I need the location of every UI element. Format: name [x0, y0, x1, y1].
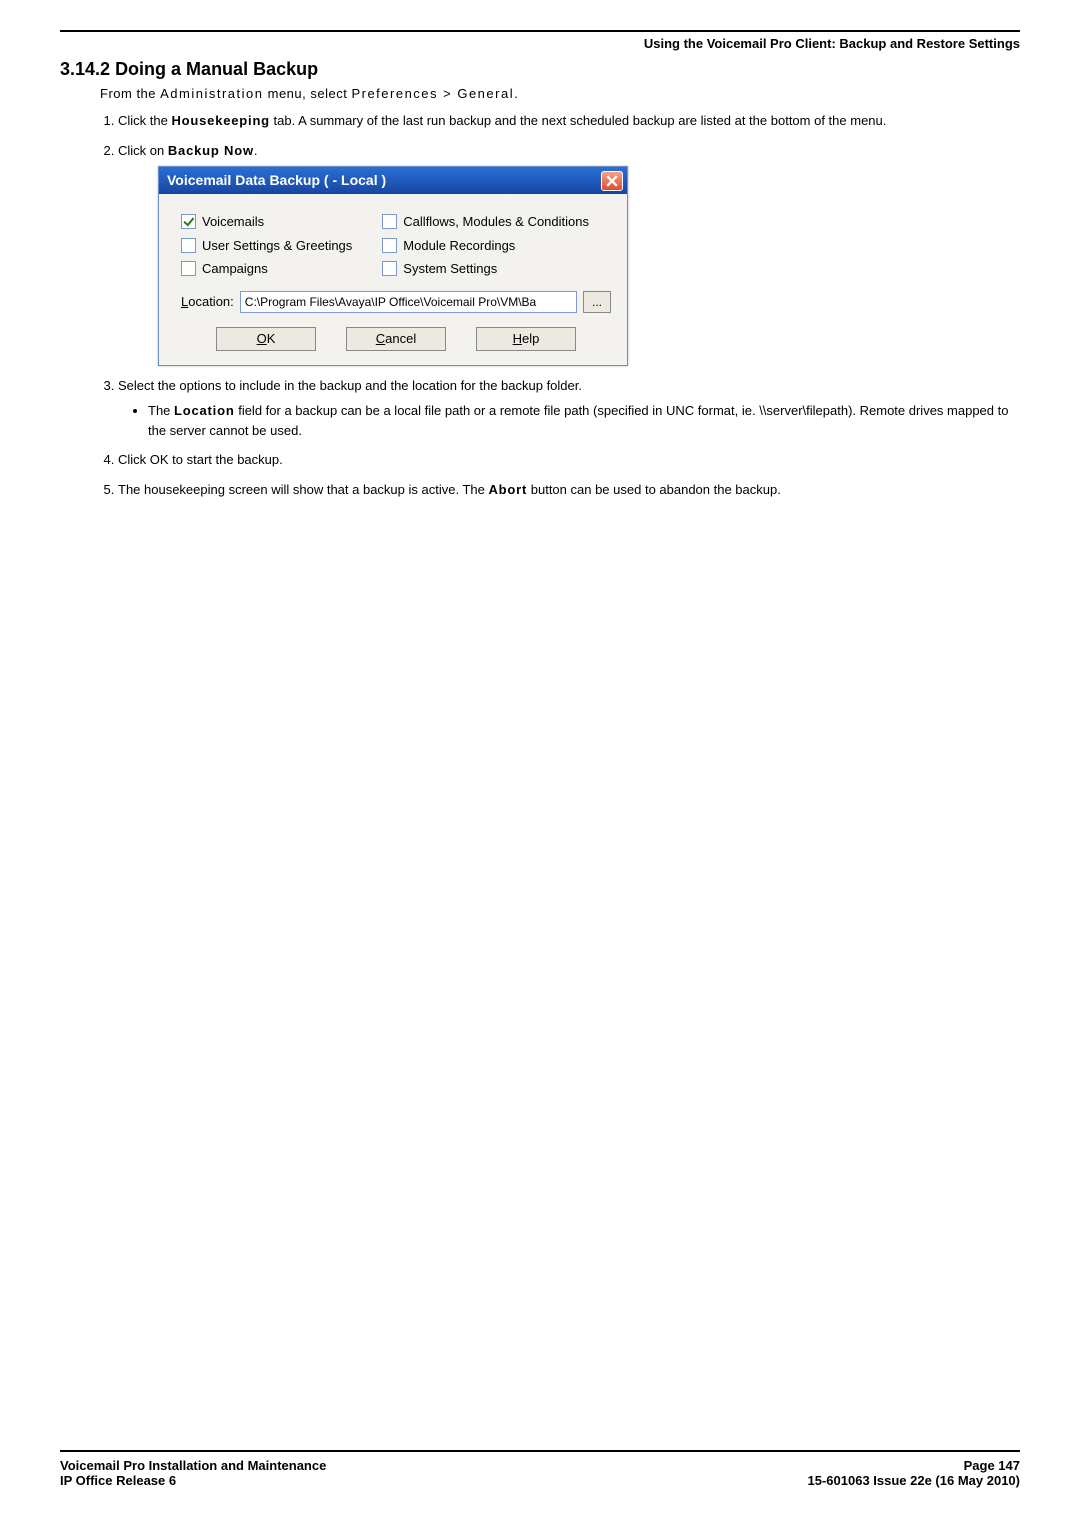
footer-issue: 15-601063 Issue 22e (16 May 2010): [808, 1473, 1021, 1488]
options-col-left: Voicemails User Settings & Greetings Cam…: [181, 212, 352, 279]
section-number: 3.14.2: [60, 59, 110, 79]
option-user-settings[interactable]: User Settings & Greetings: [181, 236, 352, 256]
step2-c: .: [254, 143, 258, 158]
header-breadcrumb: Using the Voicemail Pro Client: Backup a…: [60, 36, 1020, 51]
checkbox-module-recordings[interactable]: [382, 238, 397, 253]
label-user-settings: User Settings & Greetings: [202, 236, 352, 256]
location-label: Location:: [181, 292, 234, 312]
options-grid: Voicemails User Settings & Greetings Cam…: [181, 212, 611, 279]
close-icon: [606, 175, 618, 187]
step-1: Click the Housekeeping tab. A summary of…: [118, 111, 1020, 131]
step-2: Click on Backup Now. Voicemail Data Back…: [118, 141, 1020, 366]
intro-mid: menu, select: [264, 86, 352, 101]
ok-mnemonic: O: [257, 329, 267, 349]
option-voicemails[interactable]: Voicemails: [181, 212, 352, 232]
checkbox-user-settings[interactable]: [181, 238, 196, 253]
intro-suffix: .: [514, 86, 518, 101]
page-footer: Voicemail Pro Installation and Maintenan…: [60, 1450, 1020, 1488]
cancel-rest: ancel: [385, 329, 416, 349]
help-rest: elp: [522, 329, 539, 349]
browse-button[interactable]: ...: [583, 291, 611, 313]
checkbox-system-settings[interactable]: [382, 261, 397, 276]
step3-sub-c: field for a backup can be a local file p…: [148, 403, 1008, 438]
label-module-recordings: Module Recordings: [403, 236, 515, 256]
step1-c: tab. A summary of the last run backup an…: [270, 113, 886, 128]
option-callflows[interactable]: Callflows, Modules & Conditions: [382, 212, 589, 232]
step-5: The housekeeping screen will show that a…: [118, 480, 1020, 500]
intro-prefix: From the: [100, 86, 160, 101]
dialog-body: Voicemails User Settings & Greetings Cam…: [159, 194, 627, 365]
step3-sub-a: The: [148, 403, 174, 418]
step1-b: Housekeeping: [171, 113, 269, 128]
step5-a: The housekeeping screen will show that a…: [118, 482, 488, 497]
checkbox-voicemails[interactable]: [181, 214, 196, 229]
intro-menu1: Administration: [160, 86, 263, 101]
section-title: 3.14.2 Doing a Manual Backup: [60, 59, 1020, 80]
option-system-settings[interactable]: System Settings: [382, 259, 589, 279]
backup-dialog: Voicemail Data Backup ( - Local ) Voicem…: [158, 166, 628, 366]
step3-sub-b: Location: [174, 403, 235, 418]
close-button[interactable]: [601, 171, 623, 191]
intro-text: From the Administration menu, select Pre…: [100, 86, 1020, 101]
options-col-right: Callflows, Modules & Conditions Module R…: [382, 212, 589, 279]
label-voicemails: Voicemails: [202, 212, 264, 232]
cancel-mnemonic: C: [376, 329, 385, 349]
step5-b: Abort: [488, 482, 527, 497]
dialog-title: Voicemail Data Backup ( - Local ): [167, 170, 386, 191]
help-button[interactable]: Help: [476, 327, 576, 351]
checkbox-callflows[interactable]: [382, 214, 397, 229]
dialog-titlebar: Voicemail Data Backup ( - Local ): [159, 167, 627, 194]
location-input[interactable]: [240, 291, 577, 313]
label-campaigns: Campaigns: [202, 259, 268, 279]
header-rule: [60, 30, 1020, 32]
footer-page: Page 147: [808, 1458, 1021, 1473]
step-4: Click OK to start the backup.: [118, 450, 1020, 470]
step2-b: Backup Now: [168, 143, 254, 158]
footer-release: IP Office Release 6: [60, 1473, 326, 1488]
ok-button[interactable]: OK: [216, 327, 316, 351]
dialog-button-row: OK Cancel Help: [181, 327, 611, 351]
step5-c: button can be used to abandon the backup…: [527, 482, 781, 497]
option-campaigns[interactable]: Campaigns: [181, 259, 352, 279]
cancel-button[interactable]: Cancel: [346, 327, 446, 351]
footer-doc-title: Voicemail Pro Installation and Maintenan…: [60, 1458, 326, 1473]
option-module-recordings[interactable]: Module Recordings: [382, 236, 589, 256]
help-mnemonic: H: [513, 329, 522, 349]
step-3: Select the options to include in the bac…: [118, 376, 1020, 441]
step3-sub1: The Location field for a backup can be a…: [148, 401, 1020, 440]
intro-menu2: Preferences > General: [351, 86, 514, 101]
step3-text: Select the options to include in the bac…: [118, 378, 582, 393]
section-heading: Doing a Manual Backup: [115, 59, 318, 79]
step1-a: Click the: [118, 113, 171, 128]
step2-a: Click on: [118, 143, 168, 158]
step3-sublist: The Location field for a backup can be a…: [148, 401, 1020, 440]
label-system-settings: System Settings: [403, 259, 497, 279]
ok-rest: K: [267, 329, 276, 349]
label-callflows: Callflows, Modules & Conditions: [403, 212, 589, 232]
steps-list: Click the Housekeeping tab. A summary of…: [118, 111, 1020, 499]
location-row: Location: ...: [181, 291, 611, 313]
checkbox-campaigns[interactable]: [181, 261, 196, 276]
